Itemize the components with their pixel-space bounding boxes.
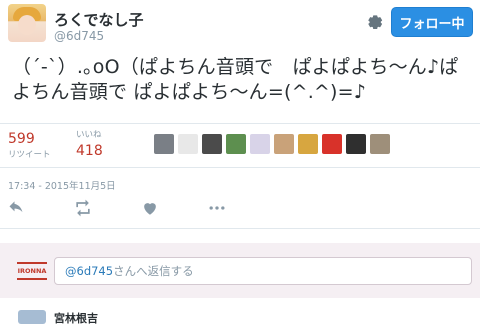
reply-handle: @6d745 (65, 264, 114, 278)
screen-name[interactable]: @6d745 (54, 29, 104, 43)
liked-by-avatars (154, 134, 390, 154)
more-options-icon[interactable] (206, 198, 228, 218)
retweet-count[interactable]: 599 リツイート (8, 128, 51, 160)
divider-bottom (0, 228, 480, 229)
fav-avatar-5[interactable] (250, 134, 270, 154)
reply-input[interactable]: @6d745 さんへ返信する (54, 257, 472, 285)
like-count-label: いいね (76, 130, 102, 140)
reply-placeholder: さんへ返信する (113, 264, 194, 278)
avatar-face (18, 15, 36, 35)
like-count[interactable]: いいね 418 (76, 128, 103, 159)
fav-avatar-9[interactable] (346, 134, 366, 154)
user-avatar[interactable] (8, 4, 46, 42)
fav-avatar-8[interactable] (322, 134, 342, 154)
like-count-value: 418 (76, 143, 103, 159)
retweet-icon[interactable] (72, 198, 94, 218)
follow-button[interactable]: フォロー中 (391, 7, 473, 37)
reply-icon[interactable] (6, 198, 28, 218)
fav-avatar-6[interactable] (274, 134, 294, 154)
display-name[interactable]: ろくでなし子 (54, 9, 144, 30)
fav-avatar-3[interactable] (202, 134, 222, 154)
tweet-timestamp[interactable]: 17:34 - 2015年11月5日 (8, 178, 116, 192)
fav-avatar-1[interactable] (154, 134, 174, 154)
fav-avatar-10[interactable] (370, 134, 390, 154)
tweet-text: （´-`）.｡oO（ぱよちん音頭で ぱよぱよち〜ん♪ぱよちん音頭で ぱよぱよち〜… (12, 56, 459, 103)
reply-user-logo: IRONNA (17, 262, 47, 280)
fav-avatar-4[interactable] (226, 134, 246, 154)
fav-avatar-7[interactable] (298, 134, 318, 154)
gear-icon[interactable] (363, 11, 385, 33)
retweet-count-label: リツイート (8, 150, 51, 160)
retweet-count-value: 599 (8, 131, 35, 147)
next-tweet-avatar[interactable] (18, 310, 46, 324)
divider-top (0, 123, 480, 124)
next-tweet-author[interactable]: 宮林根吉 (54, 310, 98, 326)
divider-mid (0, 167, 480, 168)
like-heart-icon[interactable] (139, 198, 161, 218)
fav-avatar-2[interactable] (178, 134, 198, 154)
